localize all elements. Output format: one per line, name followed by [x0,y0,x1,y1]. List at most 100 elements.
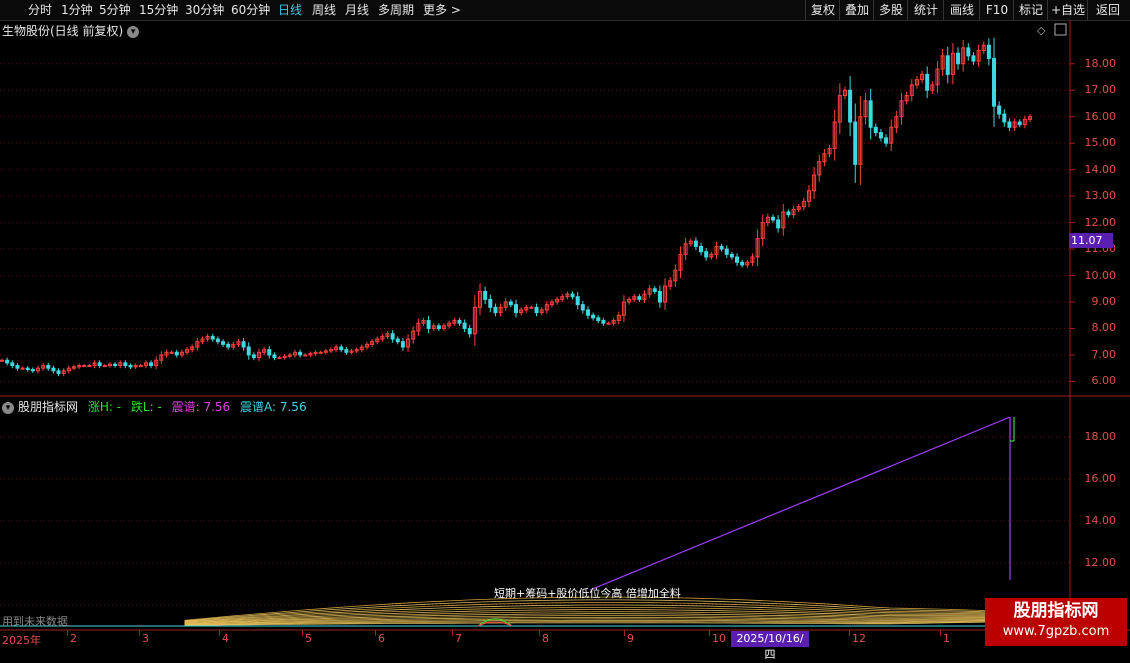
tab-30min[interactable]: 30分钟 [185,2,224,18]
candle-body [796,206,801,210]
candle-body [174,351,179,356]
overlay-button[interactable]: 叠加 [839,0,874,20]
candle-body [997,105,1002,115]
candle-body [328,349,333,352]
tab-more[interactable]: 更多 > [423,2,461,18]
add-favorite-button[interactable]: +自选 [1047,0,1088,20]
tab-15min[interactable]: 15分钟 [139,2,178,18]
chevron-down-icon[interactable]: ▾ [127,25,140,38]
date-axis-label: 5 [305,632,312,645]
candle-body [878,132,883,139]
candle-body [848,89,853,123]
candle-body [580,304,585,311]
candle-body [596,317,601,322]
candle-body [303,354,308,357]
candle-body [298,351,303,356]
multi-stock-button[interactable]: 多股 [873,0,908,20]
candle-body [498,306,503,314]
candle-body [272,354,277,359]
candle-body [257,351,261,359]
candle-body [442,325,447,329]
candle-body [632,296,637,300]
watermark-line2: www.7gpzb.com [1002,624,1110,639]
chip-band [184,616,1056,626]
candle-body [976,50,981,62]
candle-body [200,338,205,343]
candle-body [51,367,56,372]
price-axis-label: 6.00 [1091,374,1117,388]
price-axis-label: 12.00 [1084,215,1117,229]
indicator-name: 股朋指标网 [18,400,79,414]
tab-monthly[interactable]: 月线 [345,2,369,18]
candle-body [277,357,282,360]
candle-body [236,341,241,345]
toolbar: 分时 1分钟 5分钟 15分钟 30分钟 60分钟 日线 周线 月线 多周期 更… [0,0,1130,21]
chart-title[interactable]: 生物股份(日线 前复权) ▾ [2,22,140,39]
tab-60min[interactable]: 60分钟 [231,2,270,18]
candle-body [992,57,997,107]
candle-body [735,256,740,263]
candle-body [549,301,554,306]
candle-body [421,320,426,324]
tab-5min[interactable]: 5分钟 [99,2,131,18]
stats-button[interactable]: 统计 [907,0,944,20]
chevron-down-icon[interactable]: ▾ [2,401,14,414]
candle-body [56,370,61,374]
candle-body [149,362,154,367]
candle-body [724,248,729,255]
price-chart[interactable]: ◇ [0,0,1130,650]
candle-body [66,367,71,372]
candle-body [179,351,184,356]
fq-button[interactable]: 复权 [805,0,840,20]
candle-body [390,333,395,340]
chip-band [184,613,1055,626]
chip-band [184,609,1056,626]
f10-button[interactable]: F10 [979,0,1014,20]
candle-body [77,365,82,368]
candle-body [426,320,431,329]
back-button[interactable]: 返回 [1087,0,1128,20]
tab-daily[interactable]: 日线 [278,2,302,18]
candle-body [380,335,385,340]
date-tick [709,630,710,636]
candle-body [15,365,20,369]
candle-body [46,365,51,369]
chip-band [184,615,1056,626]
candle-body [41,365,46,369]
date-axis-label: 2 [70,632,77,645]
candle-body [637,296,642,300]
indicator-header: ▾ 股朋指标网 涨H: - 跌L: - 震谱: 7.56 震谱A: 7.56 [2,398,313,415]
candle-body [832,121,837,149]
date-tick [624,630,625,636]
candle-body [657,290,662,303]
candle-body [400,341,405,348]
tab-intraday[interactable]: 分时 [28,2,52,18]
date-axis-label: 9 [627,632,634,645]
candle-body [812,174,817,192]
chip-band [184,599,1056,626]
candle-body [508,301,513,306]
candle-body [719,245,724,250]
candle-body [462,322,467,329]
candle-body [827,147,832,155]
candle-body [858,116,863,165]
candle-body [416,322,421,332]
chip-band [184,619,1056,626]
draw-button[interactable]: 画线 [943,0,980,20]
candle-body [195,341,200,348]
tab-multi-period[interactable]: 多周期 [378,2,414,18]
watermark-line1: 股朋指标网 [1013,601,1099,621]
date-tick [67,630,68,636]
tab-1min[interactable]: 1分钟 [61,2,93,18]
candle-body [688,240,693,245]
candle-body [71,366,76,369]
candle-body [339,346,344,351]
candle-body [678,253,683,271]
candle-body [745,261,750,266]
indicator-value-spectrum-a: 震谱A: 7.56 [240,400,307,414]
mark-button[interactable]: 标记 [1013,0,1048,20]
candle-body [781,211,786,229]
tab-weekly[interactable]: 周线 [312,2,336,18]
date-tick [940,630,941,636]
candle-body [683,243,688,255]
